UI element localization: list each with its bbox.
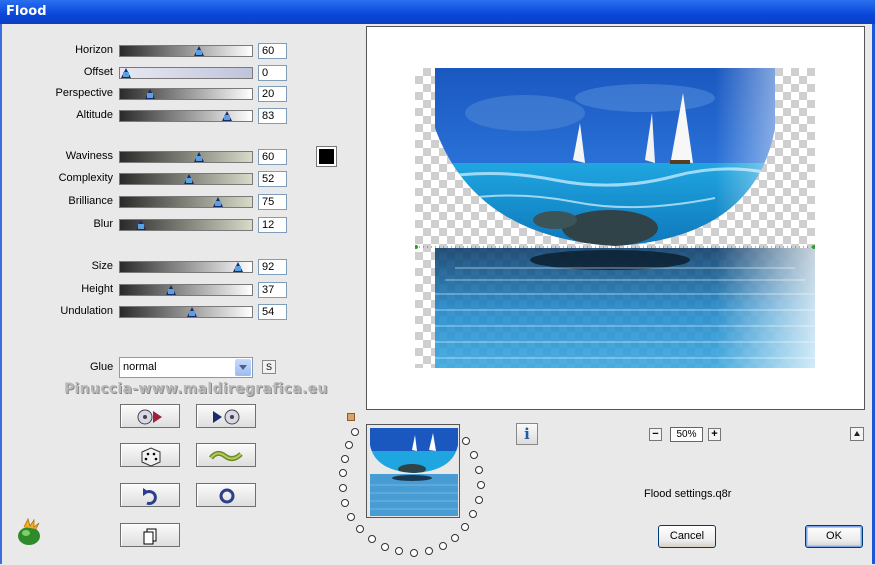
slider-perspective[interactable]: [119, 88, 253, 100]
value-field-brilliance[interactable]: 75: [258, 194, 287, 210]
ring-icon: [219, 488, 235, 504]
app-logo-icon: [18, 517, 40, 545]
slider-size[interactable]: [119, 261, 253, 273]
title-bar: Flood: [0, 0, 875, 24]
slider-label-waviness: Waviness: [65, 150, 113, 162]
slider-thumb-blur[interactable]: [136, 219, 146, 232]
info-button[interactable]: i: [516, 423, 538, 445]
undo-button[interactable]: [120, 483, 180, 507]
play-disc-icon: [213, 409, 240, 425]
value-field-horizon[interactable]: 60: [258, 43, 287, 59]
glue-select[interactable]: normal: [119, 357, 253, 378]
slider-undulation[interactable]: [119, 306, 253, 318]
slider-thumb-horizon[interactable]: [194, 45, 204, 58]
thumbnail-image: [367, 425, 459, 517]
value-field-perspective[interactable]: 20: [258, 86, 287, 102]
wave-icon: [209, 450, 243, 462]
slider-thumb-complexity[interactable]: [184, 173, 194, 186]
watermark: Pinuccia-www.maldiregrafica.eu: [64, 381, 328, 397]
value-field-offset[interactable]: 0: [258, 65, 287, 81]
value-field-undulation[interactable]: 54: [258, 304, 287, 320]
slider-complexity[interactable]: [119, 173, 253, 185]
zoom-level: 50%: [670, 427, 703, 442]
glue-label: Glue: [90, 361, 114, 373]
reset-button[interactable]: [196, 483, 256, 507]
slider-brilliance[interactable]: [119, 196, 253, 208]
slider-thumb-height[interactable]: [166, 284, 176, 297]
slider-label-offset: Offset: [83, 66, 113, 78]
glue-s-button[interactable]: S: [262, 360, 276, 374]
slider-blur[interactable]: [119, 219, 253, 231]
slider-row-horizon: Horizon 60: [0, 43, 300, 59]
value-field-waviness[interactable]: 60: [258, 149, 287, 165]
slider-label-altitude: Altitude: [76, 109, 113, 121]
slider-thumb-altitude[interactable]: [222, 110, 232, 123]
slider-label-brilliance: Brilliance: [68, 195, 113, 207]
dice-icon: [141, 447, 161, 467]
slider-thumb-offset[interactable]: [121, 67, 131, 80]
slider-label-undulation: Undulation: [60, 305, 113, 317]
flood-preview-image: [414, 68, 816, 368]
slider-row-waviness: Waviness 60: [0, 149, 300, 165]
slider-thumb-perspective[interactable]: [145, 88, 155, 101]
scroll-up-button[interactable]: [850, 427, 864, 441]
navigator-handle[interactable]: [347, 413, 355, 421]
value-field-complexity[interactable]: 52: [258, 171, 287, 187]
navigator-thumbnail[interactable]: [366, 424, 460, 518]
chevron-down-icon[interactable]: [235, 359, 251, 376]
slider-waviness[interactable]: [119, 151, 253, 163]
ok-button[interactable]: OK: [805, 525, 863, 548]
value-field-blur[interactable]: 12: [258, 217, 287, 233]
wave-button[interactable]: [196, 443, 256, 467]
slider-label-height: Height: [81, 283, 113, 295]
zoom-out-button[interactable]: −: [649, 428, 662, 441]
glue-selected-value: normal: [123, 361, 157, 373]
slider-row-undulation: Undulation 54: [0, 304, 300, 320]
value-field-size[interactable]: 92: [258, 259, 287, 275]
slider-row-brilliance: Brilliance 75: [0, 194, 300, 210]
slider-thumb-brilliance[interactable]: [213, 196, 223, 209]
cancel-button[interactable]: Cancel: [658, 525, 716, 548]
preview-canvas: [414, 68, 816, 368]
slider-label-perspective: Perspective: [55, 87, 113, 99]
slider-label-blur: Blur: [93, 218, 113, 230]
main-preview[interactable]: [366, 26, 865, 410]
slider-altitude[interactable]: [119, 110, 253, 122]
slider-row-height: Height 37: [0, 282, 300, 298]
copy-button[interactable]: [120, 523, 180, 547]
slider-row-blur: Blur 12: [0, 217, 300, 233]
slider-row-complexity: Complexity 52: [0, 171, 300, 187]
value-field-altitude[interactable]: 83: [258, 108, 287, 124]
slider-height[interactable]: [119, 284, 253, 296]
slider-thumb-size[interactable]: [233, 261, 243, 274]
value-field-height[interactable]: 37: [258, 282, 287, 298]
slider-label-horizon: Horizon: [75, 44, 113, 56]
copy-pages-icon: [143, 528, 157, 545]
save-preset-button[interactable]: [196, 404, 256, 428]
slider-row-size: Size 92: [0, 259, 300, 275]
random-button[interactable]: [120, 443, 180, 467]
disc-play-icon: [137, 409, 162, 425]
color-swatch[interactable]: [316, 146, 337, 167]
load-preset-button[interactable]: [120, 404, 180, 428]
color-swatch-fill: [319, 149, 334, 164]
slider-thumb-undulation[interactable]: [187, 306, 197, 319]
undo-arrow-icon: [143, 488, 157, 505]
slider-horizon[interactable]: [119, 45, 253, 57]
slider-label-size: Size: [91, 260, 113, 272]
slider-row-perspective: Perspective 20: [0, 86, 300, 102]
slider-offset[interactable]: [119, 67, 253, 79]
settings-filename: Flood settings.q8r: [644, 488, 732, 500]
slider-row-altitude: Altitude 83: [0, 108, 300, 124]
slider-thumb-waviness[interactable]: [194, 151, 204, 164]
slider-label-complexity: Complexity: [58, 172, 113, 184]
window-title: Flood: [6, 4, 47, 19]
zoom-in-button[interactable]: +: [708, 428, 721, 441]
slider-row-offset: Offset 0: [0, 65, 300, 81]
